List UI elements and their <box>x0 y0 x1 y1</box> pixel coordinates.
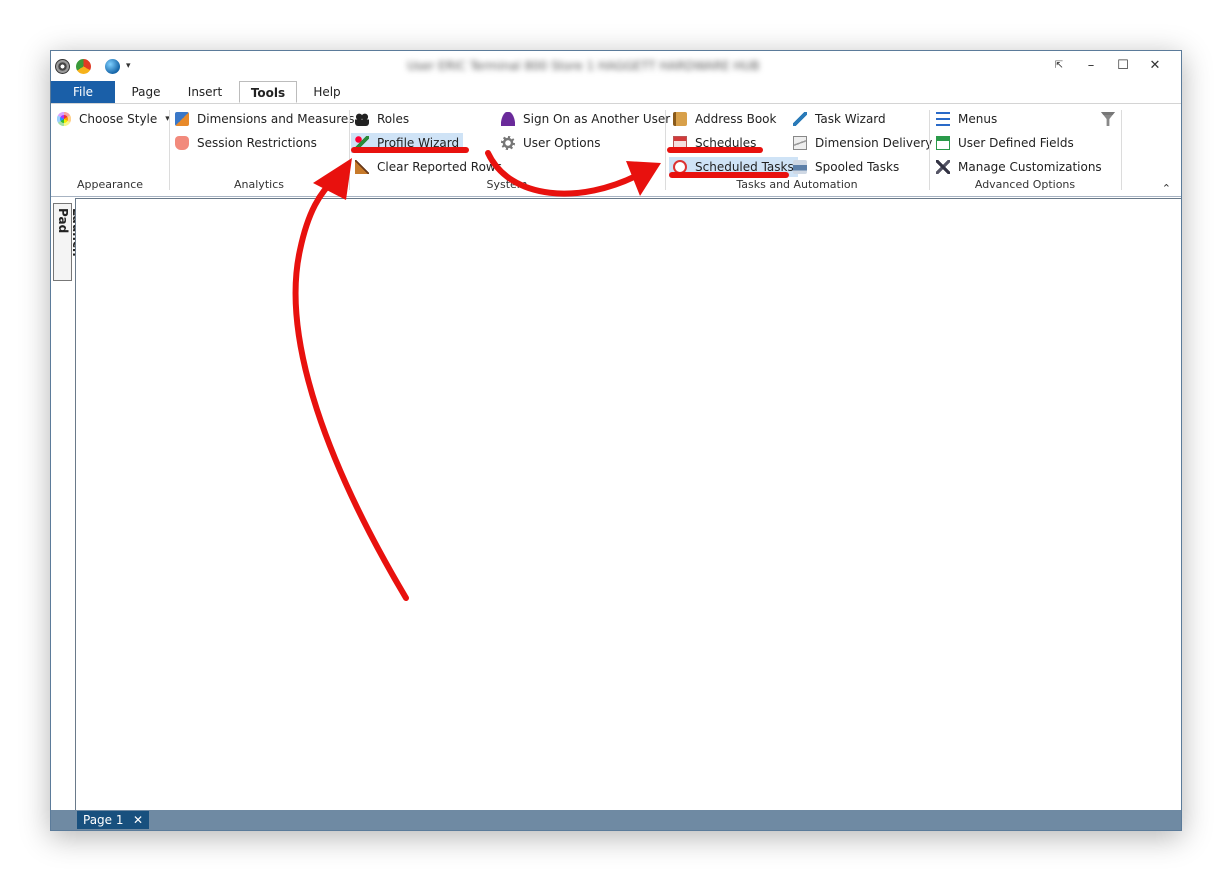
document-area[interactable] <box>75 198 1181 810</box>
clear-reported-rows-button[interactable]: Clear Reported Rows <box>355 157 502 177</box>
ribbon: Choose Style ▾ Appearance Dimensions and… <box>51 103 1181 197</box>
tab-file[interactable]: File <box>51 81 115 103</box>
magic-wand-icon <box>355 136 369 150</box>
tools-icon <box>936 160 950 174</box>
spooled-tasks-label: Spooled Tasks <box>815 160 900 174</box>
user-options-label: User Options <box>523 136 601 150</box>
filter-icon <box>1101 112 1115 126</box>
broom-icon <box>355 160 369 174</box>
user-icon <box>501 112 515 126</box>
group-label-appearance: Appearance <box>76 178 144 191</box>
record-icon[interactable] <box>55 58 70 74</box>
group-label-tasks: Tasks and Automation <box>736 178 858 191</box>
session-restrictions-button[interactable]: Session Restrictions <box>175 133 317 153</box>
dimensions-measures-button[interactable]: Dimensions and Measures <box>175 109 355 129</box>
dimension-delivery-button[interactable]: Dimension Delivery <box>793 133 932 153</box>
color-wheel-icon <box>57 112 71 126</box>
tab-help[interactable]: Help <box>303 81 351 103</box>
title-bar: ▾ User ERIC Terminal 800 Store 1 HAGGETT… <box>51 51 1181 81</box>
menus-label: Menus <box>958 112 998 126</box>
address-book-label: Address Book <box>695 112 777 126</box>
schedules-button[interactable]: Schedules <box>673 133 756 153</box>
tab-tools[interactable]: Tools <box>239 81 297 103</box>
group-label-system: System <box>486 178 528 191</box>
user-options-button[interactable]: User Options <box>501 133 600 153</box>
manage-customizations-button[interactable]: Manage Customizations <box>936 157 1102 177</box>
page-tab-label: Page 1 <box>83 813 124 827</box>
schedules-label: Schedules <box>695 136 757 150</box>
session-restrictions-label: Session Restrictions <box>197 136 317 150</box>
scheduled-tasks-button[interactable]: Scheduled Tasks <box>669 157 798 177</box>
envelope-icon <box>793 136 807 150</box>
dimensions-measures-label: Dimensions and Measures <box>197 112 355 126</box>
choose-style-button[interactable]: Choose Style ▾ <box>57 109 170 129</box>
profile-wizard-button[interactable]: Profile Wizard <box>351 133 464 153</box>
globe-icon[interactable] <box>105 58 120 74</box>
tab-page[interactable]: Page <box>121 81 171 103</box>
task-wizard-label: Task Wizard <box>815 112 886 126</box>
choose-style-label: Choose Style <box>79 112 158 126</box>
group-label-advanced: Advanced Options <box>974 178 1076 191</box>
dimension-delivery-label: Dimension Delivery <box>815 136 933 150</box>
close-icon[interactable]: ✕ <box>133 811 143 829</box>
close-button[interactable]: ✕ <box>1139 57 1171 75</box>
roles-label: Roles <box>377 112 410 126</box>
filter-button[interactable] <box>1101 109 1123 129</box>
users-icon <box>355 112 369 126</box>
pin-icon[interactable]: ⇱ <box>1043 57 1075 75</box>
printer-icon <box>793 160 807 174</box>
tab-insert[interactable]: Insert <box>179 81 231 103</box>
color-wheel-icon[interactable] <box>76 58 91 74</box>
sign-on-another-user-label: Sign On as Another User <box>523 112 671 126</box>
table-icon <box>936 136 950 150</box>
spooled-tasks-button[interactable]: Spooled Tasks <box>793 157 899 177</box>
sign-on-another-user-button[interactable]: Sign On as Another User <box>501 109 670 129</box>
group-label-analytics: Analytics <box>234 178 284 191</box>
task-wizard-button[interactable]: Task Wizard <box>793 109 886 129</box>
gear-icon <box>501 136 515 150</box>
ruler-pencil-icon <box>175 112 189 126</box>
main-content: Launch Pad <box>51 198 1181 810</box>
calendar-icon <box>673 136 687 150</box>
qat-customize-icon[interactable]: ▾ <box>126 61 131 71</box>
address-book-button[interactable]: Address Book <box>673 109 776 129</box>
clear-reported-rows-label: Clear Reported Rows <box>377 160 502 174</box>
window-controls: ⇱ – ☐ ✕ <box>1043 57 1171 75</box>
maximize-button[interactable]: ☐ <box>1107 57 1139 75</box>
quick-access-toolbar: ▾ <box>55 58 131 74</box>
menus-button[interactable]: Menus <box>936 109 997 129</box>
group-separator <box>1121 110 1122 190</box>
user-defined-fields-label: User Defined Fields <box>958 136 1074 150</box>
window-title: User ERIC Terminal 800 Store 1 HAGGETT H… <box>407 59 760 73</box>
page-tab[interactable]: Page 1 ✕ <box>77 811 149 829</box>
alarm-clock-icon <box>673 160 687 174</box>
launch-pad-tab[interactable]: Launch Pad <box>53 203 84 281</box>
profile-wizard-label: Profile Wizard <box>377 136 460 150</box>
minimize-button[interactable]: – <box>1075 57 1107 75</box>
collapse-ribbon-button[interactable]: ⌃ <box>1162 182 1171 195</box>
address-book-icon <box>673 112 687 126</box>
manage-customizations-label: Manage Customizations <box>958 160 1102 174</box>
scheduled-tasks-label: Scheduled Tasks <box>695 160 794 174</box>
user-defined-fields-button[interactable]: User Defined Fields <box>936 133 1074 153</box>
page-tab-bar: Page 1 ✕ <box>51 810 1181 830</box>
wand-icon <box>793 112 807 126</box>
stop-hand-icon <box>175 136 189 150</box>
ribbon-tabs: File Page Insert Tools Help <box>51 81 1181 103</box>
menu-tree-icon <box>936 112 950 126</box>
roles-button[interactable]: Roles <box>355 109 409 129</box>
app-window: ▾ User ERIC Terminal 800 Store 1 HAGGETT… <box>50 50 1182 831</box>
